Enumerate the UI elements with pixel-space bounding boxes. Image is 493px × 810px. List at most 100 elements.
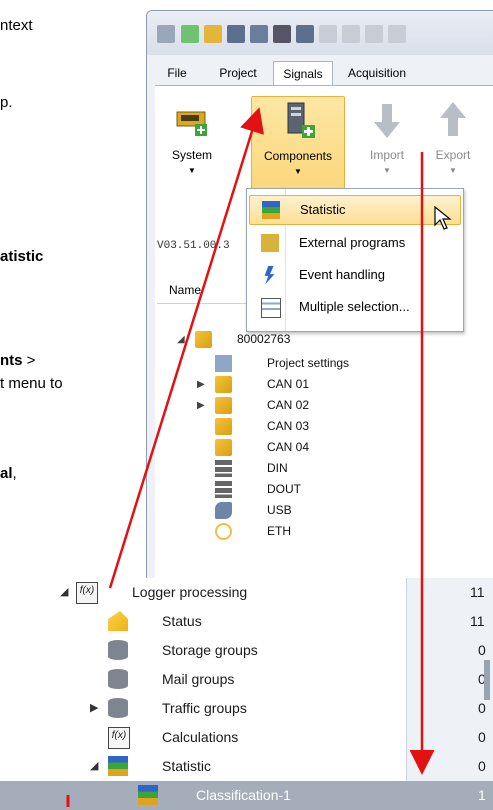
system-dropdown-icon: ▼ [188, 166, 196, 175]
event-handling-icon [264, 266, 275, 284]
scrollbar-thumb[interactable] [484, 660, 490, 700]
menu-item-label: Multiple selection... [299, 299, 410, 314]
system-label: System [171, 148, 212, 162]
tab-acquisition[interactable]: Acquisition [335, 61, 419, 85]
menu-item-external-programs[interactable]: External programs [249, 229, 459, 257]
zoom-row-label: Mail groups [162, 671, 235, 687]
tree-row-label: CAN 04 [267, 440, 310, 454]
tree-row[interactable]: DIN [177, 458, 477, 479]
auto-icon[interactable] [273, 25, 291, 43]
export-label: Export [435, 148, 471, 162]
can-bus-icon [215, 376, 232, 393]
open-folder-icon[interactable] [204, 25, 222, 43]
menu-item-multiple-selection[interactable]: Multiple selection... [249, 293, 459, 321]
components-dropdown-menu: Statistic External programs Event handli… [246, 188, 464, 332]
status-icon [108, 611, 128, 631]
tree-row-label: Project settings [267, 356, 350, 370]
tab-project[interactable]: Project [209, 61, 267, 85]
project-settings-icon [215, 355, 232, 372]
save-all-icon[interactable] [296, 25, 314, 43]
zoom-row-value: 11 [470, 584, 485, 600]
zoom-row-value: 0 [478, 729, 486, 745]
new-icon[interactable] [181, 25, 199, 43]
zoom-row-storage-groups[interactable]: Storage groups 0 [0, 636, 493, 665]
paste-special-icon[interactable] [388, 25, 406, 43]
can-bus-icon [215, 418, 232, 435]
tree-row[interactable]: DOUT [177, 479, 477, 500]
zoom-row-status[interactable]: Status 11 [0, 607, 493, 636]
import-dropdown-icon: ▼ [383, 166, 391, 175]
zoom-row-logger-processing[interactable]: ◢ f(x) Logger processing 11 [0, 578, 493, 607]
tree-row[interactable]: USB [177, 500, 477, 521]
doc-text-gt: > [22, 352, 36, 369]
ethernet-icon [215, 523, 232, 540]
tab-file[interactable]: File [159, 61, 195, 85]
tree-row-label: DIN [267, 461, 288, 475]
menu-item-statistic[interactable]: Statistic [249, 195, 461, 225]
database-icon [108, 698, 128, 718]
collapse-arrow-icon[interactable]: ◢ [60, 578, 68, 607]
tree-row-label: USB [267, 503, 292, 517]
collapse-arrow-icon[interactable]: ◢ [177, 329, 185, 350]
cut-icon[interactable] [319, 25, 337, 43]
tree-row[interactable]: CAN 03 [177, 416, 477, 437]
zoom-row-mail-groups[interactable]: Mail groups 0 [0, 665, 493, 694]
zoom-row-value: 0 [478, 758, 486, 774]
components-dropdown-icon: ▼ [294, 167, 302, 176]
save-as-icon[interactable] [250, 25, 268, 43]
components-button[interactable]: Components ▼ [251, 96, 345, 194]
tree-row-label: DOUT [267, 482, 301, 496]
export-arrow-icon [440, 102, 466, 136]
collapse-arrow-icon[interactable]: ◢ [90, 752, 98, 781]
menu-item-label: Event handling [299, 267, 386, 282]
external-programs-icon [261, 234, 279, 252]
usb-icon [215, 502, 232, 519]
function-icon: f(x) [76, 582, 98, 604]
copy-icon[interactable] [342, 25, 360, 43]
export-dropdown-icon: ▼ [449, 166, 457, 175]
import-button[interactable]: Import ▼ [359, 96, 415, 192]
tree-row[interactable]: Project settings [177, 353, 477, 374]
statistic-icon [262, 201, 280, 219]
export-button[interactable]: Export ▼ [423, 96, 483, 192]
zoom-row-value: 11 [470, 613, 485, 629]
doc-text-comma: , [12, 465, 17, 482]
tree-row[interactable]: CAN 04 [177, 437, 477, 458]
zoom-row-value: 1 [478, 787, 486, 803]
zoom-row-traffic-groups[interactable]: ▶ Traffic groups 0 [0, 694, 493, 723]
zoom-row-label: Traffic groups [162, 700, 247, 716]
system-button[interactable]: System ▼ [157, 96, 227, 192]
tree-row-label: CAN 01 [267, 377, 310, 391]
tree-row-label: CAN 03 [267, 419, 310, 433]
zoom-row-classification-selected[interactable]: Classification-1 1 [0, 781, 493, 810]
can-bus-icon [215, 397, 232, 414]
tree-row[interactable]: ▶ CAN 02 [177, 395, 477, 416]
tree-row-device[interactable]: ◢ 80002763 [177, 329, 477, 350]
doc-text-line-5: t menu to [0, 375, 63, 392]
doc-text-bold-al: al [0, 465, 13, 482]
doc-text-line-4: nts > [0, 352, 35, 370]
zoom-row-label: Classification-1 [196, 787, 291, 803]
tab-signals[interactable]: Signals [273, 61, 333, 87]
zoom-row-statistic[interactable]: ◢ Statistic 0 [0, 752, 493, 781]
zoom-row-calculations[interactable]: f(x) Calculations 0 [0, 723, 493, 752]
menu-bar: File Project Signals Acquisition [155, 61, 493, 87]
tree-row[interactable]: ▶ CAN 01 [177, 374, 477, 395]
statistic-icon [138, 785, 158, 805]
zoom-row-label: Status [162, 613, 202, 629]
doc-text-line-2: p. [0, 94, 13, 111]
app-logo-icon [157, 25, 175, 43]
multiple-selection-icon [261, 298, 281, 318]
zoom-row-label: Statistic [162, 758, 212, 774]
zoom-row-label: Calculations [162, 729, 239, 745]
save-icon[interactable] [227, 25, 245, 43]
expand-arrow-icon[interactable]: ▶ [197, 395, 205, 416]
expand-arrow-icon[interactable]: ▶ [90, 694, 98, 723]
doc-text-line-6: al, [0, 465, 17, 483]
menu-item-label: External programs [299, 235, 406, 250]
tree-row[interactable]: ETH [177, 521, 477, 542]
menu-item-event-handling[interactable]: Event handling [249, 261, 459, 289]
expand-arrow-icon[interactable]: ▶ [197, 374, 205, 395]
device-serial: 80002763 [237, 332, 291, 346]
paste-icon[interactable] [365, 25, 383, 43]
